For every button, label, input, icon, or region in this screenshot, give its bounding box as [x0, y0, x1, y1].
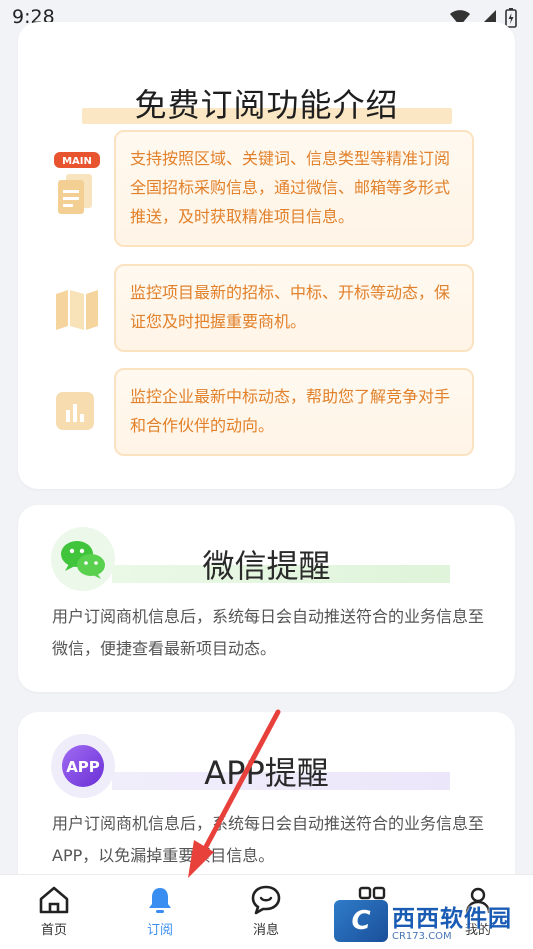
watermark: C 西西软件园 CR173.COM	[334, 893, 533, 948]
home-icon	[39, 886, 69, 914]
nav-item-home[interactable]: 首页	[14, 875, 94, 949]
wechat-reminder-desc: 用户订阅商机信息后，系统每日会自动推送符合的业务信息至微信，便捷查看最新项目动态…	[52, 607, 485, 658]
wechat-reminder-title: 微信提醒	[202, 547, 331, 585]
map-icon	[54, 288, 100, 334]
watermark-text: 西西软件园	[392, 906, 512, 932]
document-stack-icon: MAIN	[54, 152, 102, 222]
bell-icon	[149, 888, 171, 913]
app-reminder-desc: 用户订阅商机信息后，系统每日会自动推送符合的业务信息至APP，以免漏掉重要项目信…	[52, 814, 485, 865]
intro-title: 免费订阅功能介绍	[134, 86, 399, 124]
wechat-reminder-card: 微信提醒 用户订阅商机信息后，系统每日会自动推送符合的业务信息至微信，便捷查看最…	[18, 505, 515, 692]
chat-icon	[251, 885, 281, 915]
feature-text-box: 支持按照区域、关键词、信息类型等精准订阅全国招标采购信息，通过微信、邮箱等多形式…	[114, 130, 474, 247]
nav-label: 消息	[252, 923, 279, 938]
nav-item-messages[interactable]: 消息	[226, 875, 306, 949]
main-badge-text: MAIN	[62, 156, 92, 167]
watermark-text-wrap: 西西软件园 CR173.COM	[392, 899, 512, 942]
feature-text-box: 监控企业最新中标动态，帮助您了解竞争对手和合作伙伴的动向。	[114, 368, 474, 456]
nav-label: 首页	[40, 923, 67, 938]
watermark-logo: C	[334, 899, 388, 942]
nav-label: 订阅	[146, 923, 173, 938]
app-reminder-title: APP提醒	[204, 754, 329, 792]
bar-chart-icon	[54, 390, 98, 438]
nav-item-subscribe[interactable]: 订阅	[120, 875, 200, 949]
feature-intro-card: 免费订阅功能介绍 MAIN 支持按照区域、关键词、信息类型等精准订阅全国招标采购…	[18, 22, 515, 489]
feature-text-box: 监控项目最新的招标、中标、开标等动态，保证您及时把握重要商机。	[114, 264, 474, 352]
intro-header: 免费订阅功能介绍	[18, 74, 515, 134]
